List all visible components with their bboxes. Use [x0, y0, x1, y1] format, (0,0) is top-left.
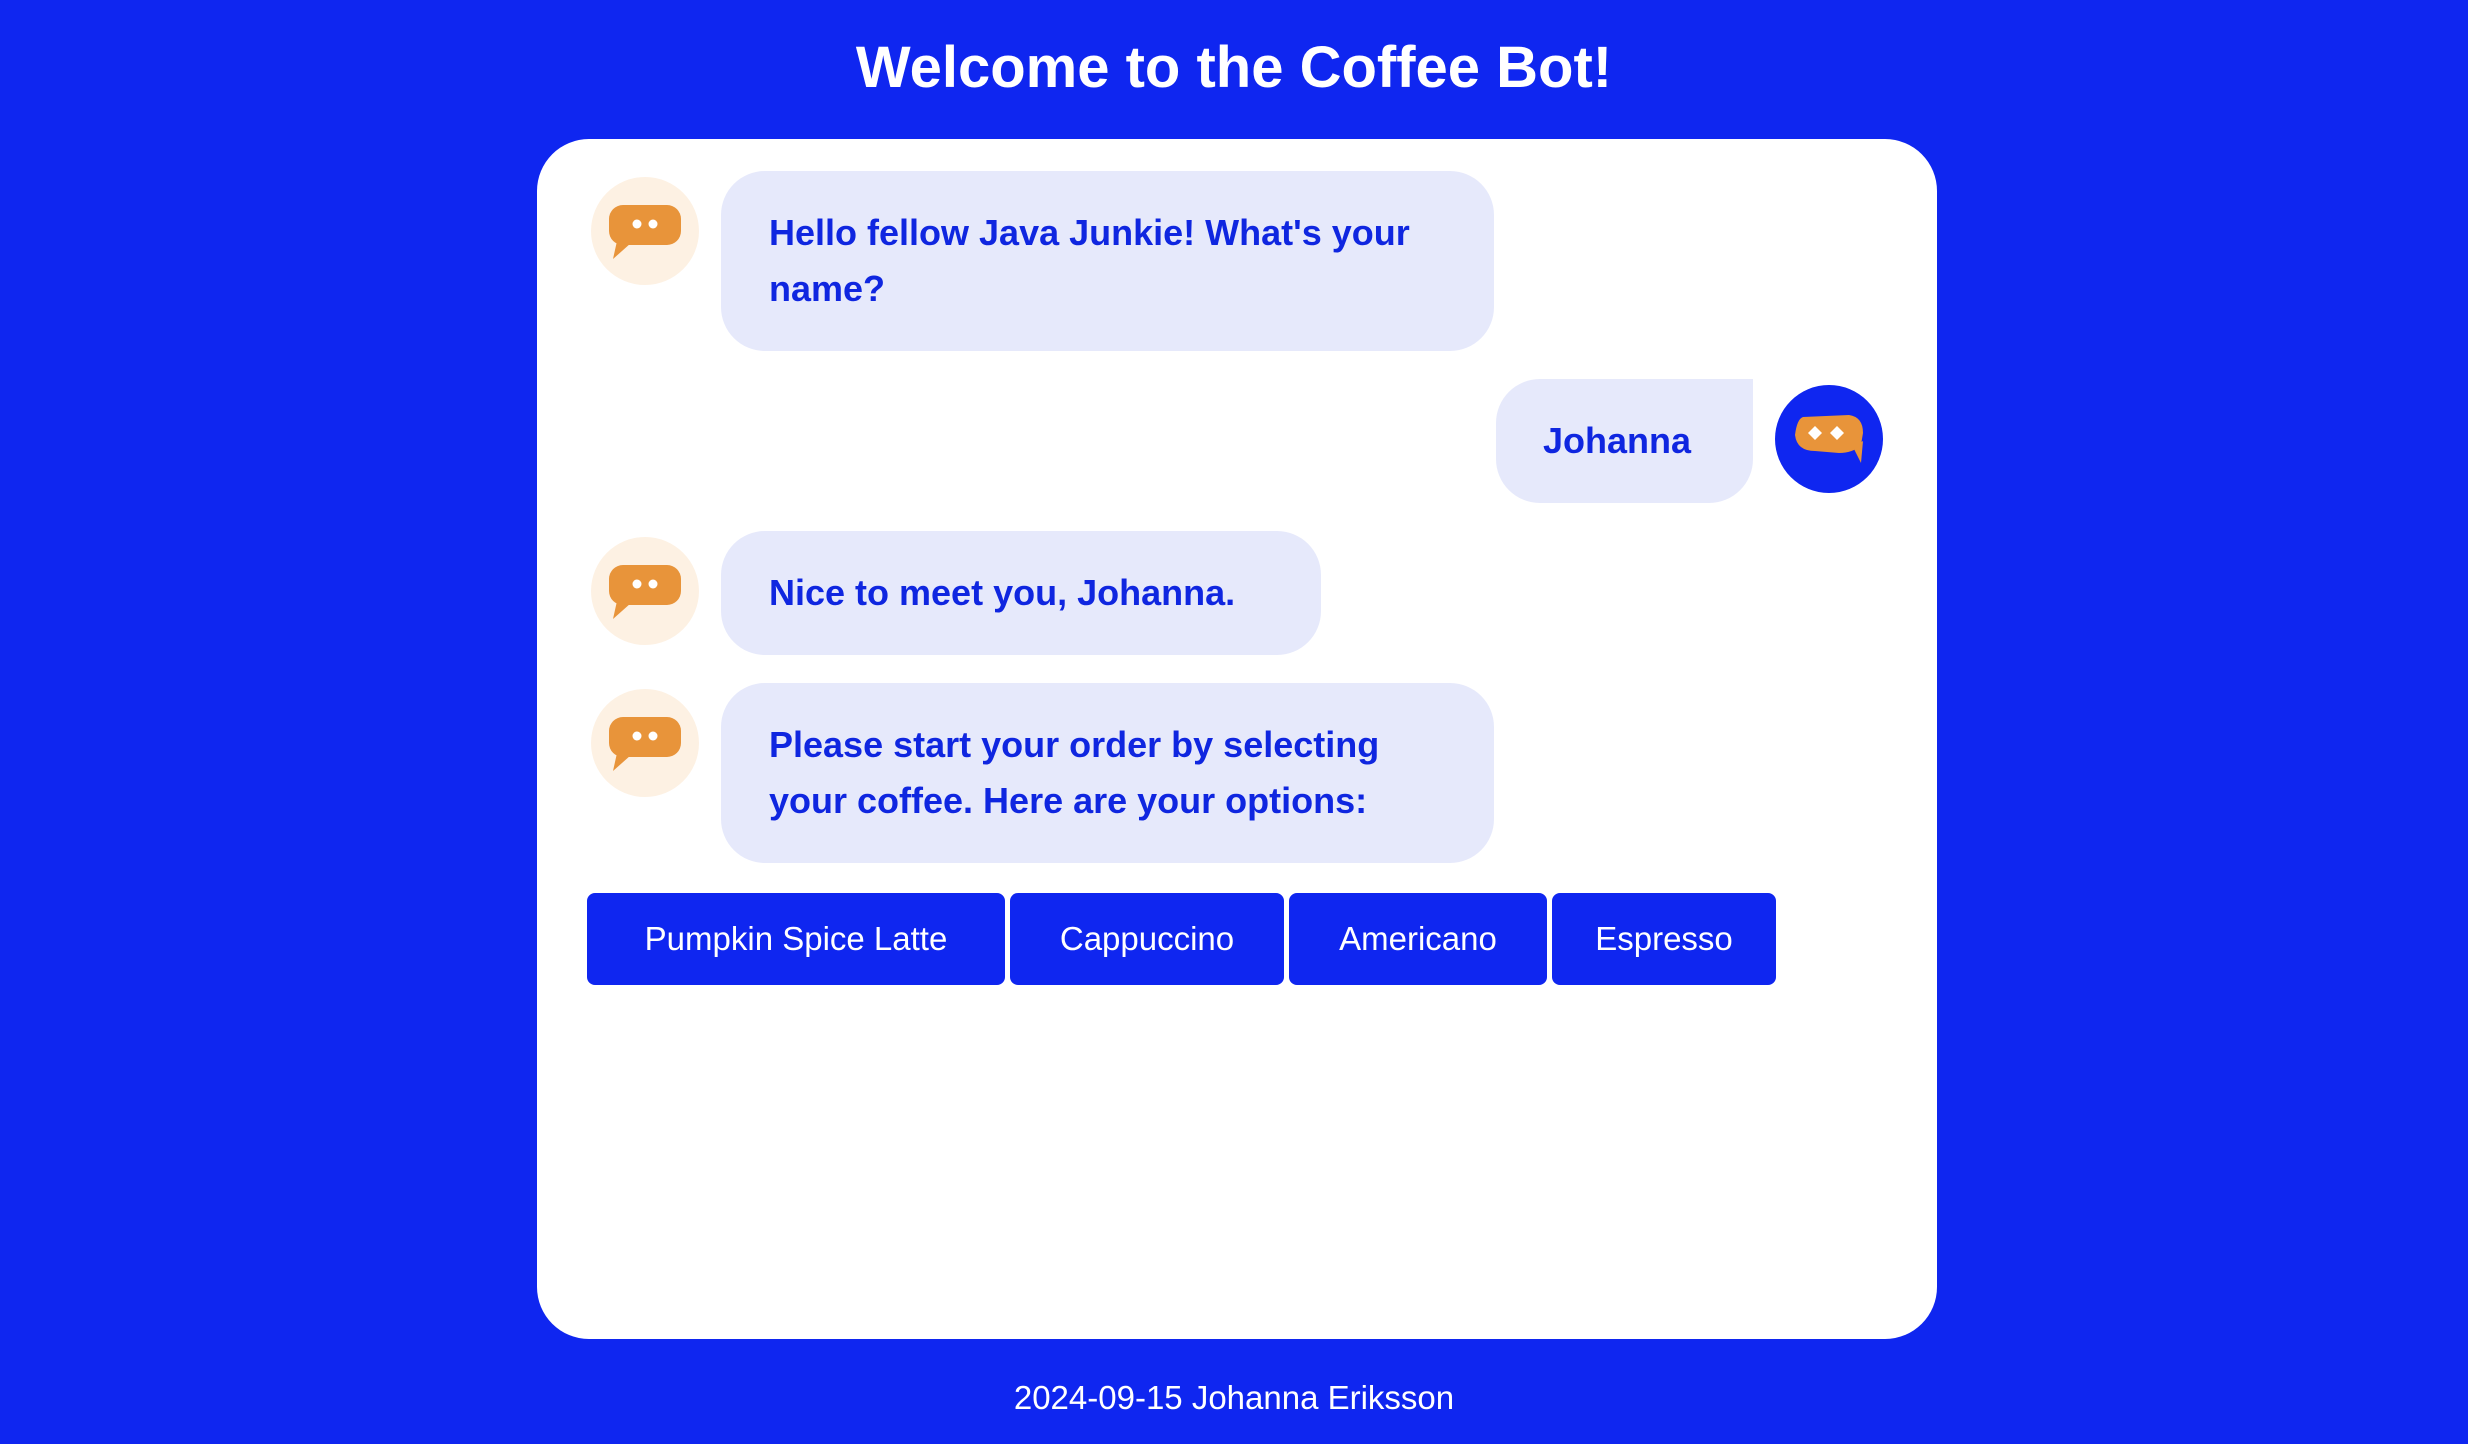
bot-avatar	[591, 177, 699, 285]
chat-bubble-icon	[1795, 415, 1863, 463]
user-message: Johanna	[1496, 379, 1753, 503]
option-cappuccino-button[interactable]: Cappuccino	[1010, 893, 1284, 985]
bot-avatar	[591, 537, 699, 645]
coffee-options: Pumpkin Spice Latte Cappuccino Americano…	[587, 893, 1776, 985]
chat-bubble-icon	[609, 565, 681, 619]
user-avatar	[1775, 385, 1883, 493]
bot-message: Nice to meet you, Johanna.	[721, 531, 1321, 655]
footer-text: 2024-09-15 Johanna Eriksson	[1013, 1379, 1455, 1416]
bot-message: Please start your order by selecting you…	[721, 683, 1494, 863]
chat-bubble-icon	[609, 717, 681, 771]
bot-message: Hello fellow Java Junkie! What's your na…	[721, 171, 1494, 351]
option-espresso-button[interactable]: Espresso	[1552, 893, 1776, 985]
option-americano-button[interactable]: Americano	[1289, 893, 1547, 985]
chat-window: Hello fellow Java Junkie! What's your na…	[537, 139, 1937, 1339]
bot-avatar	[591, 689, 699, 797]
chat-bubble-icon	[609, 205, 681, 259]
option-pumpkin-spice-latte-button[interactable]: Pumpkin Spice Latte	[587, 893, 1005, 985]
page-title: Welcome to the Coffee Bot!	[855, 35, 1613, 100]
